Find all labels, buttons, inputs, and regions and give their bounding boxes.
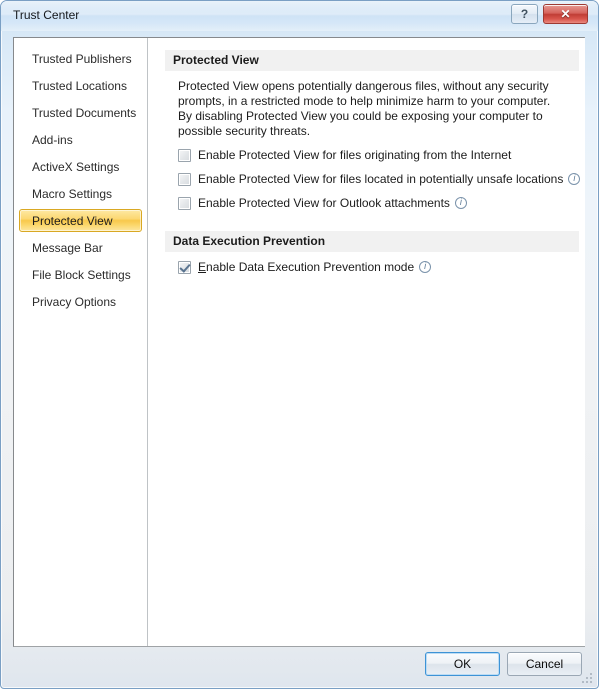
checkbox-row[interactable]: Enable Protected View for files located … <box>165 172 581 189</box>
checkbox-unchecked-icon[interactable] <box>178 149 191 162</box>
sidebar-item-macro-settings[interactable]: Macro Settings <box>19 182 142 205</box>
checkbox-row[interactable]: Enable Protected View for files originat… <box>165 148 579 165</box>
sidebar-item-label: Trusted Locations <box>32 79 127 93</box>
settings-content-pane: Protected View Protected View opens poten… <box>149 38 585 646</box>
close-glyph: ✕ <box>560 7 571 21</box>
checkbox-checked-icon[interactable] <box>178 261 191 274</box>
sidebar-item-label: Trusted Documents <box>32 106 137 120</box>
grip-dot <box>590 673 592 675</box>
sidebar-item-trusted-locations[interactable]: Trusted Locations <box>19 74 142 97</box>
dialog-body-panel: Trusted Publishers Trusted Locations Trust… <box>13 37 585 647</box>
grip-dot <box>586 677 588 679</box>
close-icon[interactable]: ✕ <box>543 4 588 24</box>
sidebar-item-label: Trusted Publishers <box>32 52 132 66</box>
sidebar-item-activex-settings[interactable]: ActiveX Settings <box>19 155 142 178</box>
sidebar-item-label: Macro Settings <box>32 187 113 201</box>
sidebar-item-trusted-publishers[interactable]: Trusted Publishers <box>19 47 142 70</box>
checkbox-row[interactable]: Enable Protected View for Outlook attach… <box>165 196 579 213</box>
grip-dot <box>590 677 592 679</box>
info-icon[interactable] <box>454 196 467 209</box>
checkbox-label-text: Enable Protected View for files originat… <box>198 148 512 162</box>
checkbox-unchecked-icon[interactable] <box>178 173 191 186</box>
ok-button[interactable]: OK <box>425 652 500 676</box>
sidebar-item-trusted-documents[interactable]: Trusted Documents <box>19 101 142 124</box>
checkbox-label: Enable Protected View for Outlook attach… <box>198 196 467 211</box>
resize-grip-icon[interactable] <box>582 673 594 685</box>
checkbox-label-text: nable Data Execution Prevention mode <box>206 260 415 274</box>
grip-dot <box>590 681 592 683</box>
checkbox-label-text: Enable Protected View for Outlook attach… <box>198 196 450 210</box>
category-sidebar: Trusted Publishers Trusted Locations Trust… <box>14 38 148 646</box>
sidebar-item-privacy-options[interactable]: Privacy Options <box>19 290 142 313</box>
sidebar-item-message-bar[interactable]: Message Bar <box>19 236 142 259</box>
help-glyph: ? <box>520 7 529 21</box>
checkbox-row[interactable]: Enable Data Execution Prevention mode <box>165 260 579 277</box>
sidebar-item-label: Privacy Options <box>32 295 117 309</box>
checkbox-label: Enable Data Execution Prevention mode <box>198 260 432 275</box>
sidebar-item-add-ins[interactable]: Add-ins <box>19 128 142 151</box>
section-header: Data Execution Prevention <box>165 231 579 252</box>
sidebar-item-label: Protected View <box>32 214 113 228</box>
info-icon[interactable] <box>419 260 432 273</box>
grip-dot <box>582 681 584 683</box>
section-description: Protected View opens potentially dangero… <box>178 79 551 138</box>
window-title: Trust Center <box>13 8 80 22</box>
trust-center-dialog: Trust Center ? ✕ Trusted Publishers Trust… <box>0 0 599 689</box>
checkbox-label: Enable Protected View for files originat… <box>198 148 511 163</box>
cancel-button[interactable]: Cancel <box>507 652 582 676</box>
section-header: Protected View <box>165 50 579 71</box>
sidebar-item-label: ActiveX Settings <box>32 160 120 174</box>
checkbox-label-text: Enable Protected View for files located … <box>198 172 564 186</box>
ok-button-label: OK <box>453 657 472 671</box>
checkbox-unchecked-icon[interactable] <box>178 197 191 210</box>
sidebar-item-label: Message Bar <box>32 241 103 255</box>
sidebar-item-protected-view[interactable]: Protected View <box>19 209 142 232</box>
help-icon[interactable]: ? <box>511 4 538 24</box>
info-icon[interactable] <box>568 172 581 185</box>
accelerator-letter: E <box>198 260 207 274</box>
sidebar-item-label: File Block Settings <box>32 268 131 282</box>
sidebar-item-label: Add-ins <box>32 133 73 147</box>
sidebar-item-file-block-settings[interactable]: File Block Settings <box>19 263 142 286</box>
title-bar-sheen <box>1 1 598 15</box>
cancel-button-label: Cancel <box>525 657 564 671</box>
title-bar: Trust Center ? ✕ <box>1 1 598 31</box>
grip-dot <box>586 681 588 683</box>
checkbox-label: Enable Protected View for files located … <box>198 172 581 187</box>
